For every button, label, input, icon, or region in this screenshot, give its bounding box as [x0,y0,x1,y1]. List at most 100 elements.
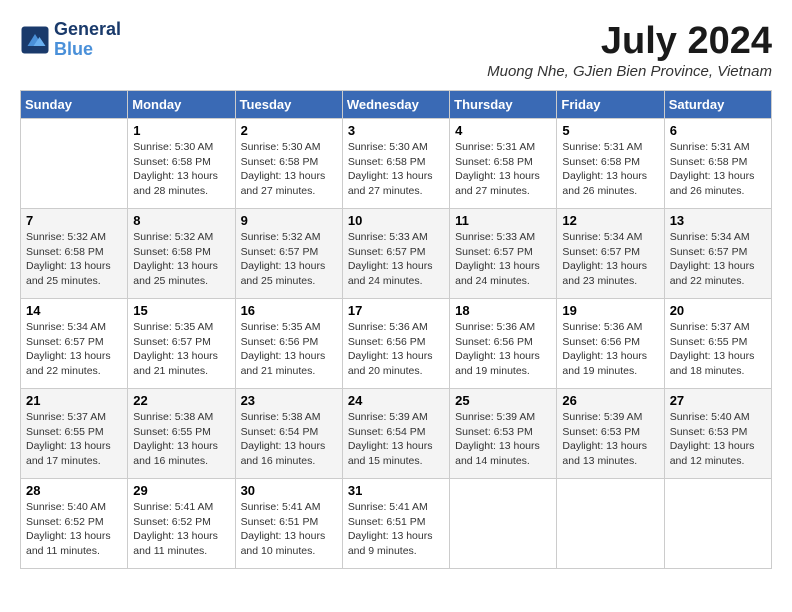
day-info: Sunrise: 5:34 AM Sunset: 6:57 PM Dayligh… [26,320,122,379]
sunrise: Sunrise: 5:37 AM [26,410,122,425]
day-number: 29 [133,483,229,498]
sunset: Sunset: 6:55 PM [670,335,766,350]
calendar-cell: 14 Sunrise: 5:34 AM Sunset: 6:57 PM Dayl… [21,299,128,389]
daylight: Daylight: 13 hours and 19 minutes. [455,349,551,378]
sunset: Sunset: 6:52 PM [26,515,122,530]
day-info: Sunrise: 5:41 AM Sunset: 6:51 PM Dayligh… [241,500,337,559]
sunset: Sunset: 6:55 PM [133,425,229,440]
sunset: Sunset: 6:53 PM [670,425,766,440]
calendar-cell: 15 Sunrise: 5:35 AM Sunset: 6:57 PM Dayl… [128,299,235,389]
sunrise: Sunrise: 5:40 AM [670,410,766,425]
sunset: Sunset: 6:57 PM [455,245,551,260]
sunrise: Sunrise: 5:36 AM [455,320,551,335]
day-info: Sunrise: 5:31 AM Sunset: 6:58 PM Dayligh… [455,140,551,199]
sunrise: Sunrise: 5:33 AM [455,230,551,245]
day-info: Sunrise: 5:35 AM Sunset: 6:57 PM Dayligh… [133,320,229,379]
sunset: Sunset: 6:56 PM [348,335,444,350]
calendar-week-row: 28 Sunrise: 5:40 AM Sunset: 6:52 PM Dayl… [21,479,772,569]
sunrise: Sunrise: 5:35 AM [133,320,229,335]
sunset: Sunset: 6:51 PM [348,515,444,530]
day-number: 8 [133,213,229,228]
daylight: Daylight: 13 hours and 17 minutes. [26,439,122,468]
calendar-week-row: 14 Sunrise: 5:34 AM Sunset: 6:57 PM Dayl… [21,299,772,389]
daylight: Daylight: 13 hours and 9 minutes. [348,529,444,558]
daylight: Daylight: 13 hours and 20 minutes. [348,349,444,378]
page-header: General Blue July 2024 Muong Nhe, GJien … [20,20,772,80]
day-number: 9 [241,213,337,228]
day-info: Sunrise: 5:37 AM Sunset: 6:55 PM Dayligh… [670,320,766,379]
sunrise: Sunrise: 5:32 AM [26,230,122,245]
day-info: Sunrise: 5:36 AM Sunset: 6:56 PM Dayligh… [348,320,444,379]
sunset: Sunset: 6:55 PM [26,425,122,440]
daylight: Daylight: 13 hours and 19 minutes. [562,349,658,378]
day-info: Sunrise: 5:41 AM Sunset: 6:51 PM Dayligh… [348,500,444,559]
calendar-table: SundayMondayTuesdayWednesdayThursdayFrid… [20,90,772,569]
calendar-week-row: 1 Sunrise: 5:30 AM Sunset: 6:58 PM Dayli… [21,119,772,209]
day-info: Sunrise: 5:32 AM Sunset: 6:58 PM Dayligh… [133,230,229,289]
day-info: Sunrise: 5:38 AM Sunset: 6:55 PM Dayligh… [133,410,229,469]
daylight: Daylight: 13 hours and 27 minutes. [241,169,337,198]
sunset: Sunset: 6:57 PM [26,335,122,350]
sunrise: Sunrise: 5:35 AM [241,320,337,335]
sunset: Sunset: 6:54 PM [241,425,337,440]
day-info: Sunrise: 5:30 AM Sunset: 6:58 PM Dayligh… [133,140,229,199]
day-info: Sunrise: 5:37 AM Sunset: 6:55 PM Dayligh… [26,410,122,469]
day-number: 5 [562,123,658,138]
sunset: Sunset: 6:57 PM [133,335,229,350]
daylight: Daylight: 13 hours and 27 minutes. [455,169,551,198]
day-info: Sunrise: 5:32 AM Sunset: 6:57 PM Dayligh… [241,230,337,289]
weekday-header-monday: Monday [128,91,235,119]
calendar-cell: 19 Sunrise: 5:36 AM Sunset: 6:56 PM Dayl… [557,299,664,389]
sunrise: Sunrise: 5:30 AM [241,140,337,155]
day-number: 31 [348,483,444,498]
day-info: Sunrise: 5:30 AM Sunset: 6:58 PM Dayligh… [241,140,337,199]
daylight: Daylight: 13 hours and 10 minutes. [241,529,337,558]
day-number: 19 [562,303,658,318]
calendar-cell: 5 Sunrise: 5:31 AM Sunset: 6:58 PM Dayli… [557,119,664,209]
weekday-header-saturday: Saturday [664,91,771,119]
sunset: Sunset: 6:56 PM [241,335,337,350]
sunset: Sunset: 6:52 PM [133,515,229,530]
sunrise: Sunrise: 5:39 AM [562,410,658,425]
sunrise: Sunrise: 5:36 AM [562,320,658,335]
day-info: Sunrise: 5:33 AM Sunset: 6:57 PM Dayligh… [455,230,551,289]
sunrise: Sunrise: 5:41 AM [133,500,229,515]
sunrise: Sunrise: 5:41 AM [241,500,337,515]
daylight: Daylight: 13 hours and 22 minutes. [670,259,766,288]
title-block: July 2024 Muong Nhe, GJien Bien Province… [487,20,772,80]
day-number: 27 [670,393,766,408]
day-number: 18 [455,303,551,318]
sunset: Sunset: 6:57 PM [670,245,766,260]
day-info: Sunrise: 5:34 AM Sunset: 6:57 PM Dayligh… [562,230,658,289]
sunset: Sunset: 6:54 PM [348,425,444,440]
calendar-cell: 20 Sunrise: 5:37 AM Sunset: 6:55 PM Dayl… [664,299,771,389]
day-info: Sunrise: 5:33 AM Sunset: 6:57 PM Dayligh… [348,230,444,289]
sunset: Sunset: 6:51 PM [241,515,337,530]
calendar-cell: 3 Sunrise: 5:30 AM Sunset: 6:58 PM Dayli… [342,119,449,209]
calendar-cell [557,479,664,569]
day-info: Sunrise: 5:40 AM Sunset: 6:52 PM Dayligh… [26,500,122,559]
sunrise: Sunrise: 5:38 AM [241,410,337,425]
day-info: Sunrise: 5:31 AM Sunset: 6:58 PM Dayligh… [670,140,766,199]
sunrise: Sunrise: 5:34 AM [562,230,658,245]
logo-text: General Blue [54,20,121,60]
calendar-cell: 24 Sunrise: 5:39 AM Sunset: 6:54 PM Dayl… [342,389,449,479]
day-number: 10 [348,213,444,228]
calendar-cell: 29 Sunrise: 5:41 AM Sunset: 6:52 PM Dayl… [128,479,235,569]
daylight: Daylight: 13 hours and 21 minutes. [241,349,337,378]
daylight: Daylight: 13 hours and 27 minutes. [348,169,444,198]
sunrise: Sunrise: 5:40 AM [26,500,122,515]
sunrise: Sunrise: 5:39 AM [348,410,444,425]
sunset: Sunset: 6:58 PM [133,155,229,170]
daylight: Daylight: 13 hours and 24 minutes. [455,259,551,288]
calendar-cell: 8 Sunrise: 5:32 AM Sunset: 6:58 PM Dayli… [128,209,235,299]
day-number: 25 [455,393,551,408]
daylight: Daylight: 13 hours and 22 minutes. [26,349,122,378]
sunset: Sunset: 6:53 PM [562,425,658,440]
calendar-cell: 11 Sunrise: 5:33 AM Sunset: 6:57 PM Dayl… [450,209,557,299]
daylight: Daylight: 13 hours and 12 minutes. [670,439,766,468]
sunset: Sunset: 6:57 PM [562,245,658,260]
day-number: 4 [455,123,551,138]
sunrise: Sunrise: 5:32 AM [241,230,337,245]
calendar-cell: 17 Sunrise: 5:36 AM Sunset: 6:56 PM Dayl… [342,299,449,389]
